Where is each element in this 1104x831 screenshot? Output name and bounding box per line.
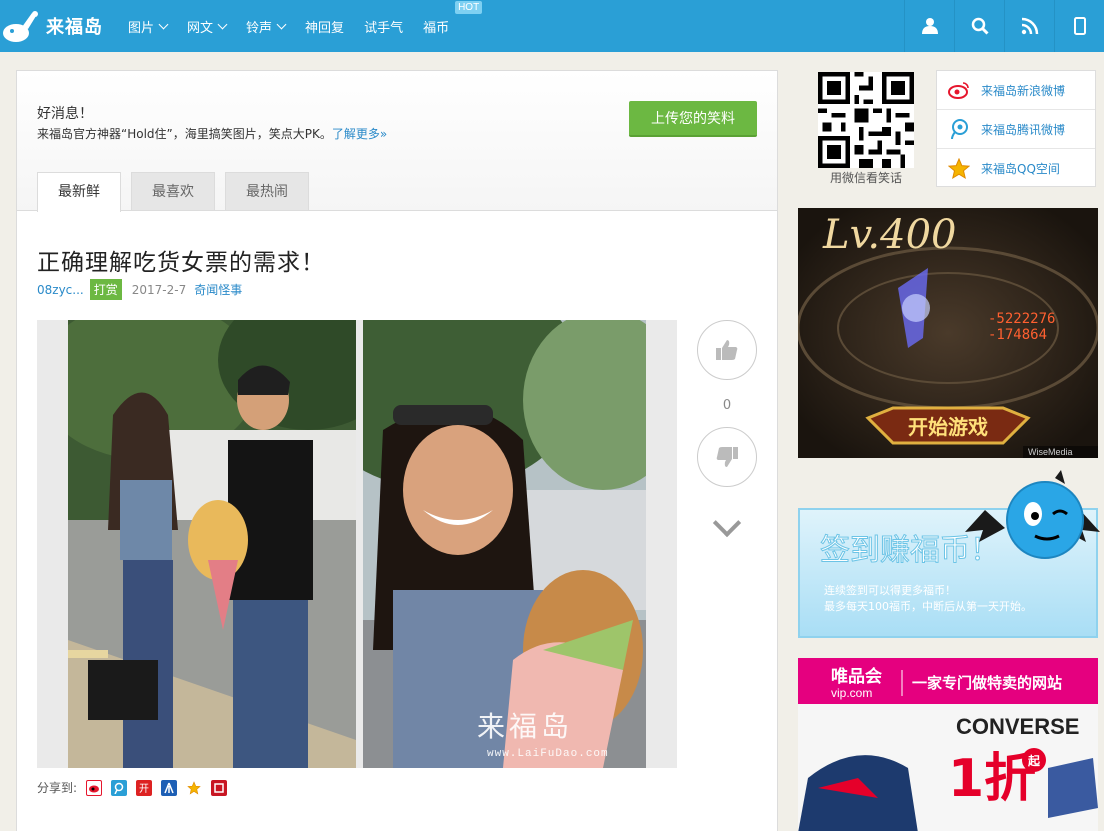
game-ad-banner[interactable]: Lv.400 -5222276 -174864 开始游戏 WiseMedia [798,208,1098,458]
post-author[interactable]: 08zyc... [37,283,84,297]
qr-caption: 用微信看笑话 [829,171,902,185]
tab-favorite[interactable]: 最喜欢 [131,172,215,210]
site-logo[interactable]: 来福岛 [0,0,118,52]
mascot-icon [965,470,1100,559]
menu-item-pictures[interactable]: 图片 [128,17,169,36]
vote-count: 0 [722,398,732,413]
menu-item-luck[interactable]: 试手气 [364,17,403,36]
rss-icon[interactable] [1004,0,1054,52]
main-menu: 图片 网文 铃声 神回复 试手气 福币 HOT [118,0,483,52]
svg-text:-174864: -174864 [988,327,1047,343]
tencent-weibo-icon[interactable] [111,779,128,796]
svg-text:起: 起 [1027,753,1041,768]
tab-hottest[interactable]: 最热闹 [225,172,309,210]
search-icon[interactable] [954,0,1004,52]
sina-weibo-link[interactable]: 来福岛新浪微博 [937,71,1095,110]
share-label: 分享到: [37,781,78,795]
social-links: 来福岛新浪微博 来福岛腾讯微博 来福岛QQ空间 [936,70,1096,187]
menu-item-ringtones[interactable]: 铃声 [246,17,287,36]
thumbs-up-button[interactable] [697,320,757,380]
post-image[interactable]: 来福岛 www.LaiFuDao.com [37,320,677,768]
nav-icon-group [904,0,1104,52]
logo-mark-icon [3,11,38,42]
top-nav: 来福岛 图片 网文 铃声 神回复 试手气 福币 HOT [0,0,1104,52]
learn-more-link[interactable]: 了解更多» [332,127,387,141]
post-title[interactable]: 正确理解吃货女票的需求！ [37,243,325,277]
user-icon[interactable] [904,0,954,52]
upload-button[interactable]: 上传您的笑料 [629,101,757,137]
qzone-icon[interactable] [186,780,202,796]
chevron-down-icon [217,19,228,29]
kaixin-icon[interactable]: 开 [136,779,153,796]
svg-text:Lv.400: Lv.400 [822,212,956,258]
notice-panel: 好消息！ 来福岛官方神器“Hold住”，海里搞笑图片，笑点大PK。了解更多» 上… [17,71,777,212]
post-category[interactable]: 奇闻怪事 [194,281,242,298]
svg-text:vip.com: vip.com [831,686,872,700]
tip-button[interactable]: 打赏 [89,279,122,300]
svg-text:WiseMedia: WiseMedia [1028,447,1073,457]
tab-newest[interactable]: 最新鲜 [37,172,121,212]
tencent-weibo-link[interactable]: 来福岛腾讯微博 [937,110,1095,149]
notice-title: 好消息！ [37,106,93,122]
netease-icon[interactable] [211,779,228,796]
chevron-down-icon[interactable] [712,508,742,538]
share-bar: 分享到: 开 [37,779,228,796]
hot-badge: HOT [455,0,483,14]
post-date: 2017-2-7 [131,282,187,297]
girl-photo [363,320,646,768]
sina-weibo-icon[interactable] [86,779,103,796]
wechat-qr-code [818,72,914,168]
qzone-link[interactable]: 来福岛QQ空间 [937,149,1095,188]
chevron-down-icon [276,19,287,29]
couple-photo [68,320,356,768]
logo-text: 来福岛 [46,17,103,38]
thumbs-down-icon [716,447,738,467]
sina-weibo-icon [947,78,971,102]
vip-ad-banner[interactable]: 唯品会 vip.com 一家专门做特卖的网站 CONVERSE 1折 起 [798,658,1098,831]
watermark-url: www.LaiFuDao.com [487,748,609,760]
thumbs-down-button[interactable] [697,427,757,487]
svg-text:最多每天100福币，中断后从第一天开始。: 最多每天100福币，中断后从第一天开始。 [824,599,1032,613]
renren-icon[interactable] [161,779,178,796]
post-meta: 08zyc... 打赏 2017-2-7 奇闻怪事 [37,279,242,300]
qzone-star-icon [947,157,971,181]
thumbs-up-icon [716,340,738,360]
vip-ad-artwork: 唯品会 vip.com 一家专门做特卖的网站 CONVERSE 1折 起 [798,658,1098,831]
game-ad-artwork: Lv.400 -5222276 -174864 开始游戏 WiseMedia [798,208,1098,458]
svg-text:开始游戏: 开始游戏 [908,415,988,439]
svg-text:一家专门做特卖的网站: 一家专门做特卖的网站 [912,674,1062,692]
tab-bar: 最新鲜 最喜欢 最热闹 [37,172,319,212]
menu-item-coins[interactable]: 福币 HOT [423,0,483,36]
svg-text:-5222276: -5222276 [988,311,1055,327]
svg-text:唯品会: 唯品会 [831,666,882,687]
main-content: 好消息！ 来福岛官方神器“Hold住”，海里搞笑图片，笑点大PK。了解更多» 上… [16,70,778,831]
mobile-icon[interactable] [1054,0,1104,52]
watermark: 来福岛 [477,710,574,743]
chevron-down-icon [158,19,169,29]
menu-item-articles[interactable]: 网文 [187,17,228,36]
svg-text:连续签到可以得更多福币！: 连续签到可以得更多福币！ [824,583,956,597]
notice-text: 来福岛官方神器“Hold住”，海里搞笑图片，笑点大PK。了解更多» [37,127,388,141]
tencent-weibo-icon [947,117,971,141]
svg-text:CONVERSE: CONVERSE [956,714,1079,739]
vote-panel: 0 [697,320,757,538]
menu-item-replies[interactable]: 神回复 [305,17,344,36]
